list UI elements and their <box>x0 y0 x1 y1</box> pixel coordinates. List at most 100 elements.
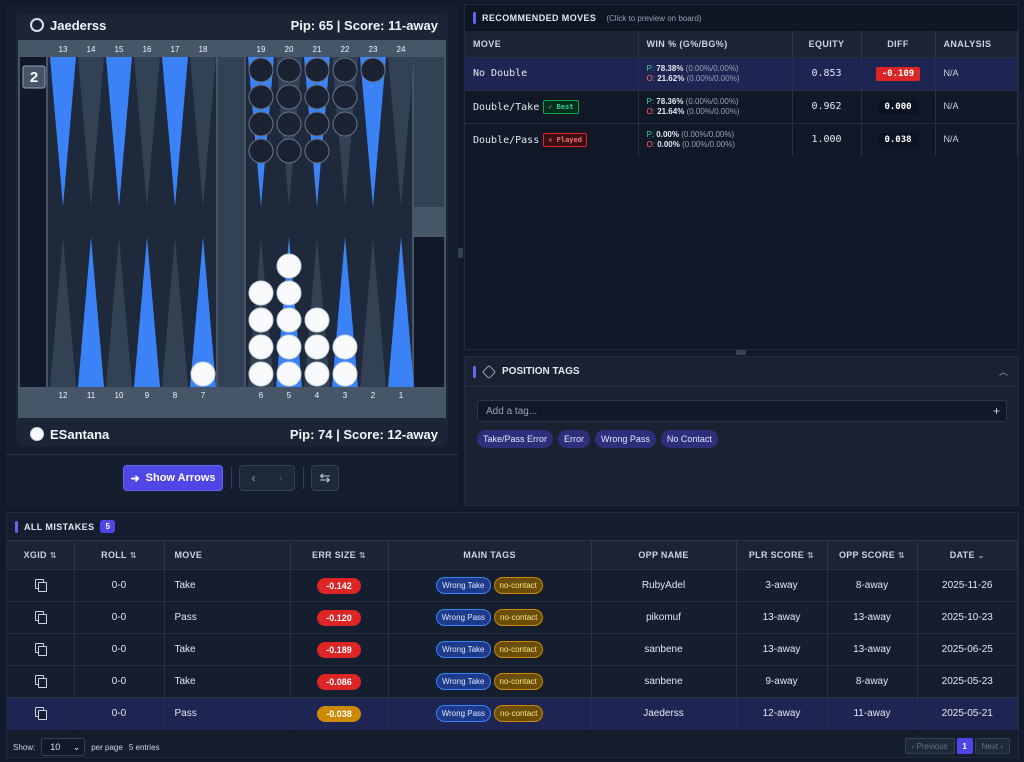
chevron-down-icon: ⌄ <box>977 551 985 560</box>
tag-chip[interactable]: No Contact <box>660 430 718 448</box>
move-row[interactable]: Double/Pass ✕ Played P: 0.00% (0.00%/0.00%… <box>465 122 1018 156</box>
sort-icon: ⇅ <box>898 551 906 560</box>
err-size-cell: -0.038 <box>290 697 389 730</box>
move-cell: Pass <box>164 601 291 634</box>
point-label-top: 21 <box>313 45 322 54</box>
err-size-cell: -0.120 <box>290 601 389 634</box>
analysis-cell: N/A <box>935 89 1018 123</box>
moves-title: RECOMMENDED MOVES <box>482 13 597 23</box>
dark-checker <box>332 57 358 83</box>
tag-chip[interactable]: Take/Pass Error <box>477 430 554 448</box>
light-checker <box>276 253 302 279</box>
all-mistakes-panel: ALL MISTAKES 5 XGID ⇅ ROLL ⇅ MOVE ERR SIZE… <box>6 512 1019 758</box>
err-size-pill: -0.120 <box>317 609 361 626</box>
copy-icon[interactable] <box>35 674 48 688</box>
show-arrows-button[interactable]: ➜ Show Arrows <box>123 465 223 491</box>
copy-icon[interactable] <box>35 578 48 592</box>
previous-page-button[interactable]: ‹ Previous <box>904 738 955 754</box>
light-checker-icon <box>30 427 44 441</box>
arrow-right-icon: ➜ <box>130 472 140 485</box>
col-xgid[interactable]: XGID ⇅ <box>7 540 75 570</box>
dark-checker <box>360 57 386 83</box>
mistake-row[interactable]: 0-0 Take -0.189 Wrong Take no-contact sanbene… <box>7 633 1018 666</box>
col-roll[interactable]: ROLL ⇅ <box>74 540 165 570</box>
point-label-top: 20 <box>285 45 294 54</box>
err-size-pill: -0.038 <box>317 705 361 722</box>
accent-bar <box>15 520 18 533</box>
opp-name-cell: Jaederss <box>591 697 737 730</box>
add-tag-input[interactable]: Add a tag... + <box>477 400 1007 422</box>
point-label-bottom: 11 <box>87 391 96 400</box>
col-main-tags: MAIN TAGS <box>388 540 592 570</box>
bar <box>218 57 244 387</box>
collapse-chevron-icon[interactable]: ︿ <box>999 365 1008 378</box>
opp-name-cell: pikomuf <box>591 601 737 634</box>
mistakes-table: XGID ⇅ ROLL ⇅ MOVE ERR SIZE ⇅ MAIN TAGS OPP… <box>7 540 1018 730</box>
col-err-size[interactable]: ERR SIZE ⇅ <box>290 540 389 570</box>
err-size-pill: -0.086 <box>317 673 361 690</box>
plus-icon[interactable]: + <box>993 404 1000 418</box>
tags-header[interactable]: POSITION TAGS <box>465 357 1018 387</box>
date-cell: 2025-10-23 <box>917 601 1018 634</box>
equity-cell: 0.853 <box>792 56 862 90</box>
recommended-moves-panel: RECOMMENDED MOVES (Click to preview on b… <box>464 4 1019 350</box>
light-checker <box>304 334 330 360</box>
col-opp-score[interactable]: OPP SCORE ⇅ <box>827 540 918 570</box>
swap-sides-button[interactable]: ⇆ <box>311 465 339 491</box>
win-cell: P: 0.00% (0.00%/0.00%) O: 0.00% (0.00%/0.… <box>638 122 793 156</box>
cube-value: 2 <box>30 69 38 86</box>
board-panel: Jaederss Pip: 65 | Score: 11-away 2 13 12 1… <box>6 6 458 506</box>
tag-chip[interactable]: Wrong Pass <box>595 430 656 448</box>
page-size-select[interactable]: 10 ⌄ <box>41 738 86 756</box>
vertical-resize-handle[interactable] <box>458 248 463 258</box>
mistake-row[interactable]: 0-0 Take -0.086 Wrong Take no-contact sanbene… <box>7 665 1018 698</box>
point-label-bottom: 6 <box>259 391 264 400</box>
point-label-top: 17 <box>171 45 180 54</box>
moves-header: RECOMMENDED MOVES (Click to preview on b… <box>465 5 1018 31</box>
copy-icon[interactable] <box>35 706 48 720</box>
move-row[interactable]: Double/Take ✓ Best P: 78.36% (0.00%/0.00%)… <box>465 89 1018 123</box>
mistake-row[interactable]: 0-0 Take -0.142 Wrong Take no-contact RubyAde… <box>7 569 1018 602</box>
top-player: Jaederss <box>30 18 106 33</box>
divider <box>231 467 232 489</box>
mistake-row[interactable]: 0-0 Pass -0.038 Wrong Pass no-contact Jaeders… <box>7 697 1018 730</box>
roll-cell: 0-0 <box>74 601 165 634</box>
copy-icon[interactable] <box>35 610 48 624</box>
light-checker <box>248 334 274 360</box>
point-label-top: 19 <box>257 45 266 54</box>
dark-checker <box>304 57 330 83</box>
col-plr-score[interactable]: PLR SCORE ⇅ <box>736 540 828 570</box>
dark-checker <box>248 84 274 110</box>
prev-position-button[interactable]: ‹ <box>240 466 267 490</box>
diff-cell: -0.109 <box>861 56 936 90</box>
page-size-value: 10 <box>50 742 61 752</box>
moves-subtitle: (Click to preview on board) <box>606 13 702 23</box>
next-position-button[interactable]: › <box>267 466 294 490</box>
dark-checker <box>248 138 274 164</box>
opponent-win-line: O: 21.64% (0.00%/0.00%) <box>646 106 740 116</box>
light-checker <box>248 307 274 333</box>
col-opp-name: OPP NAME <box>591 540 737 570</box>
col-date[interactable]: DATE ⌄ <box>917 540 1018 570</box>
horizontal-resize-handle[interactable] <box>736 350 746 355</box>
next-page-button[interactable]: Next › <box>974 738 1010 754</box>
best-badge: ✓ Best <box>543 99 579 114</box>
mistake-row[interactable]: 0-0 Pass -0.120 Wrong Pass no-contact pikomuf… <box>7 601 1018 634</box>
copy-icon[interactable] <box>35 642 48 656</box>
sort-icon: ⇅ <box>358 551 366 560</box>
main-tags-cell: Wrong Take no-contact <box>388 665 592 698</box>
current-page-button[interactable]: 1 <box>956 738 973 754</box>
backgammon-board[interactable]: 2 13 12 14 11 15 10 16 9 17 8 18 7 19 6 20 5 21 4 22 3 23 2 24 1 <box>18 40 446 418</box>
dark-checker <box>276 57 302 83</box>
move-row[interactable]: No Double P: 78.38% (0.00%/0.00%) O: 21.62… <box>465 56 1018 90</box>
point-label-bottom: 2 <box>371 391 376 400</box>
tag-chip[interactable]: Error <box>558 430 591 448</box>
app-root: Jaederss Pip: 65 | Score: 11-away 2 13 12 1… <box>0 0 1024 762</box>
point-label-top: 13 <box>59 45 68 54</box>
point-label-bottom: 4 <box>315 391 320 400</box>
dark-checker <box>304 84 330 110</box>
dark-checker <box>304 111 330 137</box>
pagination: ‹ Previous 1 Next › <box>904 738 1010 754</box>
accent-bar <box>473 365 476 378</box>
point-label-bottom: 10 <box>115 391 124 400</box>
